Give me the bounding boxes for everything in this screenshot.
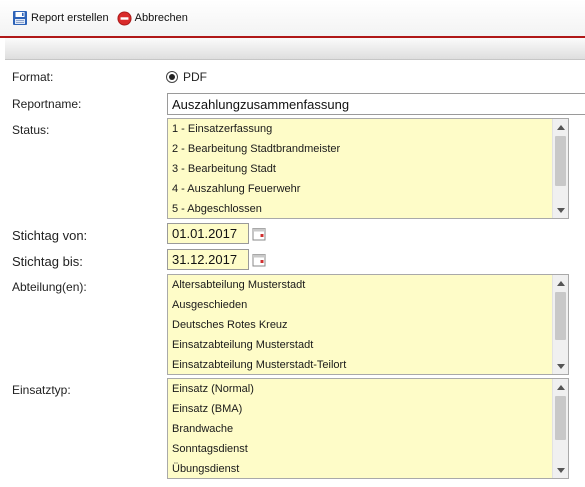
- list-item[interactable]: 1 - Einsatzerfassung: [168, 119, 552, 139]
- scroll-down-icon[interactable]: [553, 359, 568, 373]
- einsatztyp-label: Einsatztyp:: [12, 383, 71, 397]
- list-item[interactable]: Einsatzabteilung Musterstadt: [168, 335, 552, 355]
- list-item[interactable]: Einsatz (Normal): [168, 379, 552, 399]
- status-listbox[interactable]: 1 - Einsatzerfassung 2 - Bearbeitung Sta…: [167, 118, 569, 219]
- stichtag-von-input[interactable]: [167, 223, 249, 244]
- scroll-down-icon[interactable]: [553, 203, 568, 217]
- abteilung-listbox[interactable]: Altersabteilung Musterstadt Ausgeschiede…: [167, 274, 569, 375]
- stichtag-von-field: [167, 223, 268, 244]
- list-item[interactable]: 5 - Abgeschlossen: [168, 199, 552, 218]
- scroll-down-icon[interactable]: [553, 463, 568, 477]
- einsatztyp-scrollbar[interactable]: [552, 379, 568, 478]
- toolbar: Report erstellen Abbrechen: [0, 0, 585, 36]
- scroll-up-icon[interactable]: [553, 276, 568, 290]
- list-item[interactable]: Sonntagsdienst: [168, 439, 552, 459]
- cancel-label: Abbrechen: [134, 12, 188, 24]
- list-item[interactable]: Brandwache: [168, 419, 552, 439]
- calendar-icon[interactable]: [250, 250, 268, 270]
- list-item[interactable]: Einsatz (BMA): [168, 399, 552, 419]
- list-item[interactable]: Einsatzabteilung Musterstadt-Teilort: [168, 355, 552, 374]
- reportname-input[interactable]: [167, 93, 585, 115]
- list-item[interactable]: Übungsdienst: [168, 459, 552, 478]
- stichtag-bis-input[interactable]: [167, 249, 249, 270]
- section-header-bar: [5, 38, 585, 60]
- scroll-thumb[interactable]: [555, 292, 566, 340]
- list-item[interactable]: 4 - Auszahlung Feuerwehr: [168, 179, 552, 199]
- stichtag-bis-field: [167, 249, 268, 270]
- list-item[interactable]: Ausgeschieden: [168, 295, 552, 315]
- create-report-button[interactable]: Report erstellen: [12, 10, 109, 26]
- calendar-icon[interactable]: [250, 224, 268, 244]
- list-item[interactable]: 2 - Bearbeitung Stadtbrandmeister: [168, 139, 552, 159]
- status-label: Status:: [12, 123, 50, 137]
- reportname-label: Reportname:: [12, 97, 82, 111]
- format-label: Format:: [12, 70, 54, 84]
- abteilung-label: Abteilung(en):: [12, 280, 87, 294]
- status-scrollbar[interactable]: [552, 119, 568, 218]
- scroll-thumb[interactable]: [555, 396, 566, 440]
- stichtag-bis-label: Stichtag bis:: [12, 254, 83, 269]
- list-item[interactable]: Altersabteilung Musterstadt: [168, 275, 552, 295]
- scroll-up-icon[interactable]: [553, 120, 568, 134]
- radio-selected-icon: [166, 71, 178, 83]
- format-pdf-label: PDF: [183, 70, 207, 84]
- save-disk-icon: [13, 11, 27, 25]
- einsatztyp-listbox[interactable]: Einsatz (Normal) Einsatz (BMA) Brandwach…: [167, 378, 569, 479]
- cancel-circle-icon: [117, 10, 132, 26]
- stichtag-von-label: Stichtag von:: [12, 228, 88, 243]
- list-item[interactable]: 3 - Bearbeitung Stadt: [168, 159, 552, 179]
- abteilung-scrollbar[interactable]: [552, 275, 568, 374]
- scroll-thumb[interactable]: [555, 136, 566, 186]
- format-pdf-radio[interactable]: PDF: [166, 70, 207, 84]
- scroll-up-icon[interactable]: [553, 380, 568, 394]
- list-item[interactable]: Deutsches Rotes Kreuz: [168, 315, 552, 335]
- cancel-button[interactable]: Abbrechen: [117, 10, 188, 26]
- create-report-label: Report erstellen: [31, 12, 109, 24]
